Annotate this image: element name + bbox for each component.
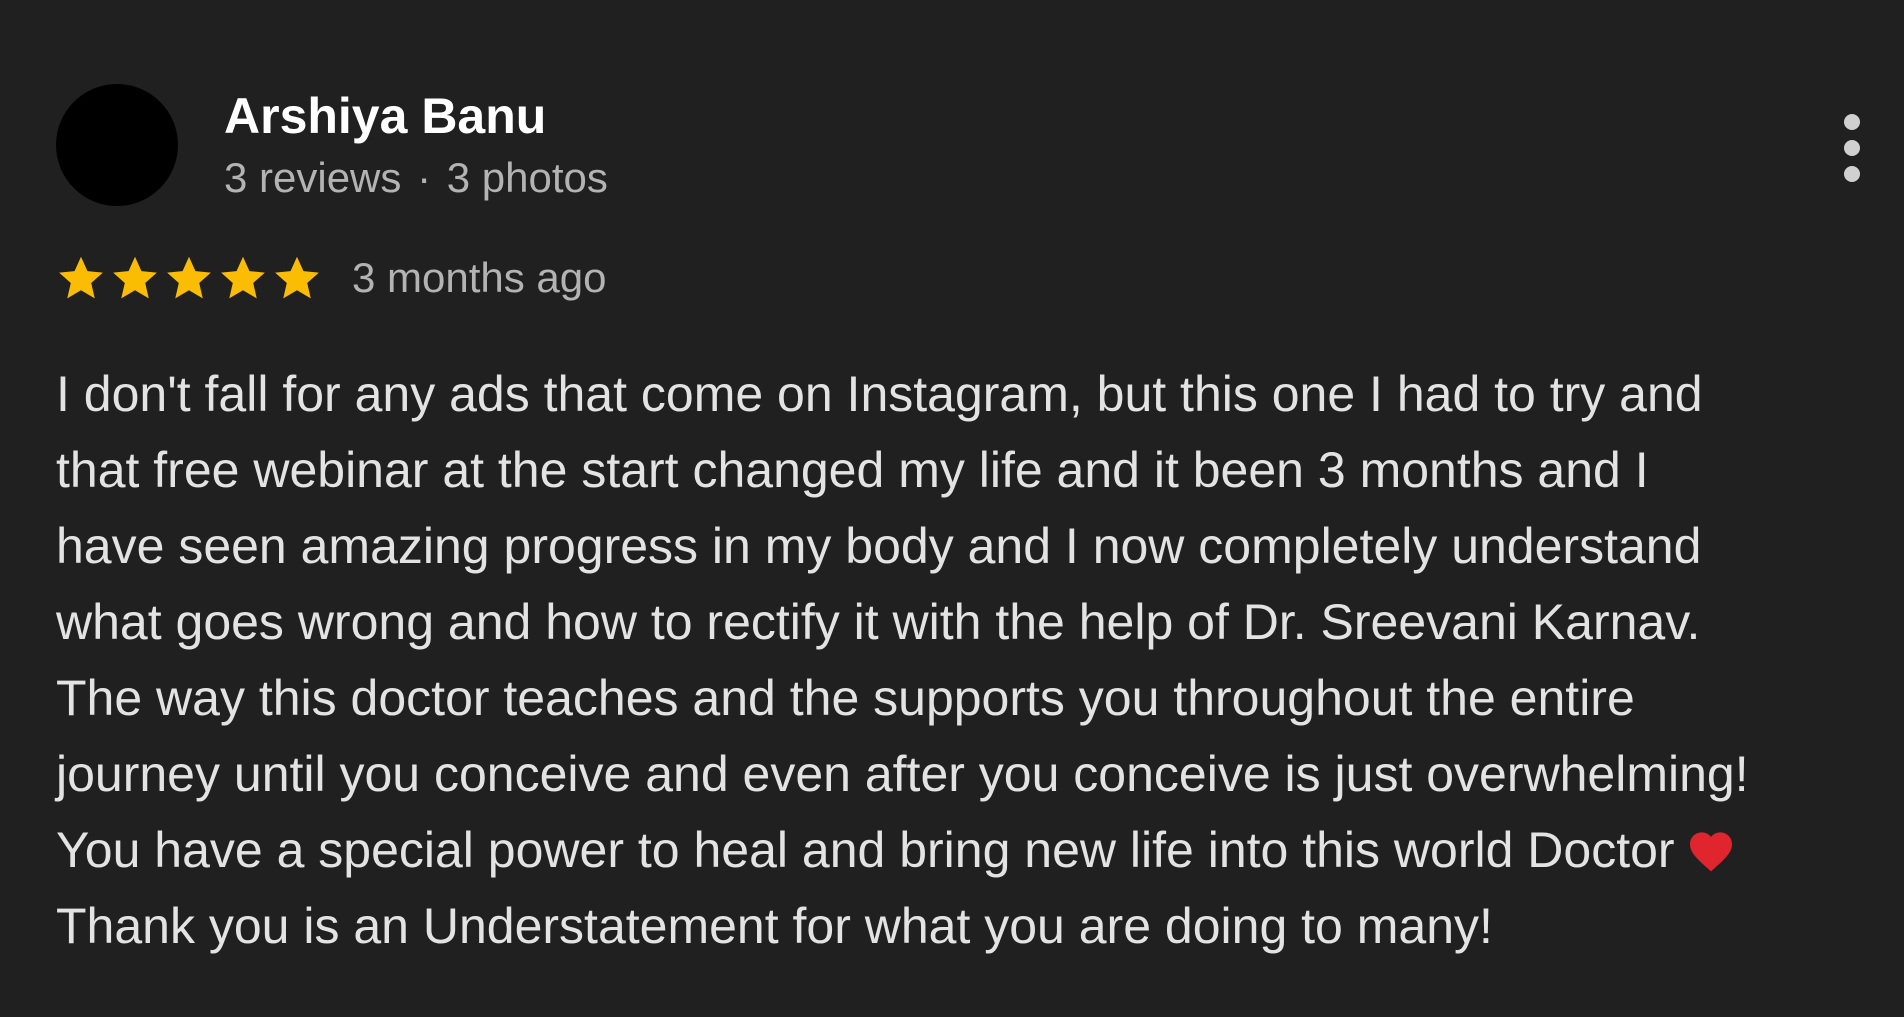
star-icon	[59, 256, 103, 299]
review-text-line-content: Thank you is an Understatement for what …	[56, 898, 1493, 954]
review-text-line: I don't fall for any ads that come on In…	[56, 356, 1886, 432]
review-card: Arshiya Banu 3 reviews · 3 photos 3 mont…	[0, 0, 1904, 1017]
review-text-line-content: You have a special power to heal and bri…	[56, 822, 1675, 878]
review-text-line: You have a special power to heal and bri…	[56, 812, 1886, 888]
review-text-line-content: I don't fall for any ads that come on In…	[56, 366, 1703, 422]
reviews-count: 3 reviews	[224, 154, 402, 201]
star-icon	[221, 256, 265, 299]
star-icon	[275, 256, 319, 299]
red-heart-emoji-icon	[1689, 832, 1732, 872]
avatar[interactable]	[56, 84, 178, 206]
star-rating	[56, 250, 326, 306]
review-text-line: what goes wrong and how to rectify it wi…	[56, 584, 1886, 660]
review-text-line-content: have seen amazing progress in my body an…	[56, 518, 1702, 574]
review-text-line: The way this doctor teaches and the supp…	[56, 660, 1886, 736]
photos-count: 3 photos	[446, 154, 608, 201]
review-text: I don't fall for any ads that come on In…	[56, 356, 1886, 964]
review-text-line: that free webinar at the start changed m…	[56, 432, 1886, 508]
review-text-line: Thank you is an Understatement for what …	[56, 888, 1886, 964]
star-icon	[113, 256, 157, 299]
review-text-line-content: what goes wrong and how to rectify it wi…	[56, 594, 1701, 650]
author-name[interactable]: Arshiya Banu	[224, 84, 546, 148]
review-text-line-content: that free webinar at the start changed m…	[56, 442, 1649, 498]
author-meta: 3 reviews · 3 photos	[224, 150, 608, 206]
rating-row: 3 months ago	[56, 250, 607, 306]
review-text-line: journey until you conceive and even afte…	[56, 736, 1886, 812]
more-options-button[interactable]	[1824, 110, 1880, 186]
star-icon	[167, 256, 211, 299]
more-vertical-icon	[1844, 114, 1860, 182]
review-text-line: have seen amazing progress in my body an…	[56, 508, 1886, 584]
review-text-line-content: The way this doctor teaches and the supp…	[56, 670, 1635, 726]
meta-separator: ·	[417, 154, 432, 201]
review-date: 3 months ago	[352, 254, 607, 301]
review-text-line-content: journey until you conceive and even afte…	[56, 746, 1749, 802]
